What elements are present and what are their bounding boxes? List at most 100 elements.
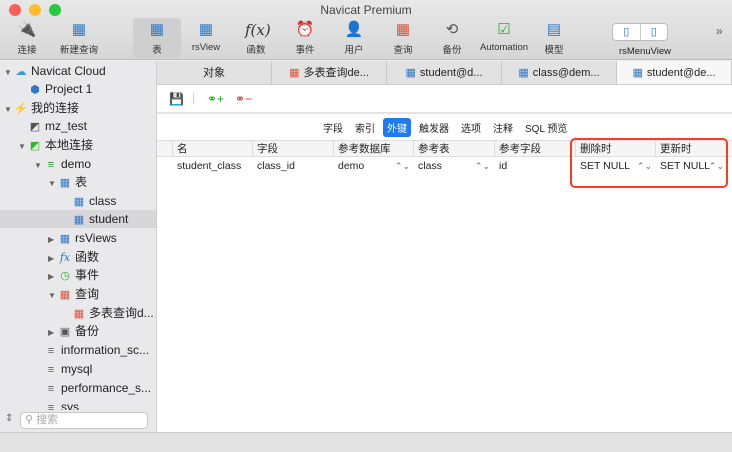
toolbar-table-button[interactable]: ▦ 表 [133, 18, 181, 58]
tab-multi-query[interactable]: ▦ 多表查询de... [272, 61, 387, 84]
toolbar-event-button[interactable]: ⏰ 事件 [281, 18, 329, 58]
subtab-triggers[interactable]: 触发器 [415, 118, 453, 137]
connection-icon: ⚡ [14, 103, 28, 115]
subtab-fields[interactable]: 字段 [319, 118, 347, 137]
mysql-connection-icon: ◩ [29, 140, 41, 152]
toolbar-model-button[interactable]: ▤ 模型 [530, 18, 578, 58]
col-ref-db[interactable]: 参考数据库 [333, 141, 391, 156]
tab-class-data[interactable]: ▦ class@dem... [502, 61, 617, 84]
query-icon: ▦ [289, 67, 300, 79]
chevron-updown-icon: ⌃⌄ [394, 161, 410, 171]
database-icon: ≡ [47, 383, 55, 395]
ref-db-select[interactable]: demo ⌃⌄ [334, 157, 414, 177]
tab-student-data[interactable]: ▦ student@d... [387, 61, 502, 84]
add-foreign-key-icon[interactable]: ⚭+ [207, 92, 224, 106]
view-toggle[interactable]: ▯ ▯ [612, 23, 668, 41]
tree-queries[interactable]: ▼ ▦ 查询 [48, 285, 99, 303]
col-ref-field[interactable]: 参考字段 [494, 141, 541, 156]
query-icon: ▦ [395, 21, 411, 38]
ref-table-select[interactable]: class ⌃⌄ [414, 157, 494, 177]
tree-local-connection[interactable]: ▼ ◩ 本地连接 [18, 136, 93, 154]
sidebar-left-icon[interactable]: ▯ [613, 24, 641, 40]
subtab-comments[interactable]: 注释 [489, 118, 517, 137]
status-bar [0, 432, 732, 452]
col-field[interactable]: 字段 [252, 141, 278, 156]
fk-field-cell[interactable]: class_id [253, 157, 333, 177]
backup-icon: ⟲ [445, 21, 459, 38]
table-icon: ▦ [149, 21, 165, 38]
query-icon: ▦ [73, 308, 85, 320]
table-icon: ▦ [518, 67, 529, 79]
query-icon: ▦ [59, 289, 71, 301]
tree-db-sys[interactable]: ≡ sys [44, 398, 79, 410]
tree-table-student[interactable]: ▦ student [0, 210, 156, 228]
col-ref-table[interactable]: 参考表 [413, 141, 450, 156]
tree-functions[interactable]: ▶ fx 函数 [48, 248, 99, 266]
toolbar-new-query-button[interactable]: ▦ 新建查询 [53, 18, 105, 58]
tree-backups[interactable]: ▶ ▣ 备份 [48, 322, 99, 340]
database-icon: ≡ [47, 364, 55, 376]
database-icon: ≡ [47, 402, 55, 410]
toolbar-view-button[interactable]: ▦ rsView [182, 18, 230, 58]
search-icon: ⚲ [25, 414, 37, 426]
tree-mz-test[interactable]: ◩ mz_test [28, 117, 87, 135]
sort-toggle-icon[interactable]: ⇕ [5, 413, 13, 424]
chevron-updown-icon: ⌃⌄ [474, 161, 490, 171]
tab-objects[interactable]: 对象 [157, 61, 272, 84]
toolbar-automation-button[interactable]: ☑ Automation [478, 18, 530, 58]
ref-field-cell[interactable]: id [495, 157, 575, 177]
tree-query-item[interactable]: ▦ 多表查询d... [72, 304, 154, 322]
subtab-sql-preview[interactable]: SQL 预览 [521, 118, 571, 137]
table-design-icon: ▦ [632, 67, 643, 79]
tree-tables[interactable]: ▼ ▦ 表 [48, 173, 87, 191]
table-icon: ▦ [405, 67, 416, 79]
table-icon: ▦ [73, 196, 85, 208]
tree-db-information-schema[interactable]: ≡ information_sc... [44, 341, 149, 359]
title-bar: Navicat Premium 🔌 连接 ▦ 新建查询 ▦ 表 ▦ rsView f(x… [0, 0, 732, 60]
view-icon: ▦ [198, 21, 214, 38]
view-icon: ▦ [59, 233, 71, 245]
sidebar-right-icon[interactable]: ▯ [641, 24, 668, 40]
database-icon: ≡ [47, 345, 55, 357]
tree-db-mysql[interactable]: ≡ mysql [44, 360, 93, 378]
clock-icon: ⏰ [295, 21, 315, 38]
tree-demo-db[interactable]: ▼ ≡ demo [34, 155, 91, 173]
tree-events[interactable]: ▶ ◷ 事件 [48, 266, 99, 284]
user-icon: 👤 [344, 21, 364, 38]
view-label: rsMenuView [618, 46, 672, 57]
tree-views[interactable]: ▶ ▦ rsViews [48, 229, 117, 247]
subtab-foreign-keys[interactable]: 外键 [383, 118, 411, 137]
tab-student-design[interactable]: ▦ student@de... [617, 61, 732, 84]
save-icon[interactable]: 💾 [169, 92, 184, 106]
tree-navicat-cloud[interactable]: ▼ ☁ Navicat Cloud [4, 62, 106, 80]
subtab-options[interactable]: 选项 [457, 118, 485, 137]
toolbar-query-button[interactable]: ▦ 查询 [379, 18, 427, 58]
model-icon: ▤ [546, 21, 562, 38]
toolbar-function-button[interactable]: f(x) 函数 [232, 18, 280, 58]
tree-db-performance-schema[interactable]: ≡ performance_s... [44, 379, 151, 397]
main-panel: 对象 ▦ 多表查询de... ▦ student@d... ▦ class@dem..… [157, 61, 732, 432]
highlight-box [570, 138, 728, 188]
tree-project[interactable]: ⬢ Project 1 [28, 80, 92, 98]
toolbar-divider: | [192, 90, 196, 104]
plug-icon: 🔌 [17, 21, 37, 38]
tree-table-class[interactable]: ▦ class [72, 192, 117, 210]
cloud-icon: ☁ [15, 66, 27, 78]
fk-name-cell[interactable]: student_class [173, 157, 253, 177]
project-icon: ⬢ [30, 84, 40, 96]
toolbar-connect-button[interactable]: 🔌 连接 [3, 18, 51, 58]
database-icon: ≡ [47, 159, 55, 171]
sidebar: ▼ ☁ Navicat Cloud ⬢ Project 1 ▼ ⚡ 我的连接 ◩ mz_te… [0, 61, 157, 432]
function-icon: fx [59, 251, 71, 264]
toolbar-overflow-button[interactable]: » [716, 24, 723, 38]
delete-foreign-key-icon[interactable]: ⚭− [235, 92, 252, 106]
toolbar-user-button[interactable]: 👤 用户 [330, 18, 378, 58]
toolbar-backup-button[interactable]: ⟲ 备份 [428, 18, 476, 58]
sidebar-search-input[interactable]: ⚲ 搜索 [20, 412, 148, 429]
col-name[interactable]: 名 [172, 141, 188, 156]
subtab-indexes[interactable]: 索引 [351, 118, 379, 137]
backup-icon: ▣ [59, 326, 71, 338]
tree-my-connections[interactable]: ▼ ⚡ 我的连接 [4, 99, 79, 117]
automation-icon: ☑ [497, 21, 511, 38]
design-subtabs: 字段 索引 外键 触发器 选项 注释 SQL 预览 [319, 118, 571, 137]
